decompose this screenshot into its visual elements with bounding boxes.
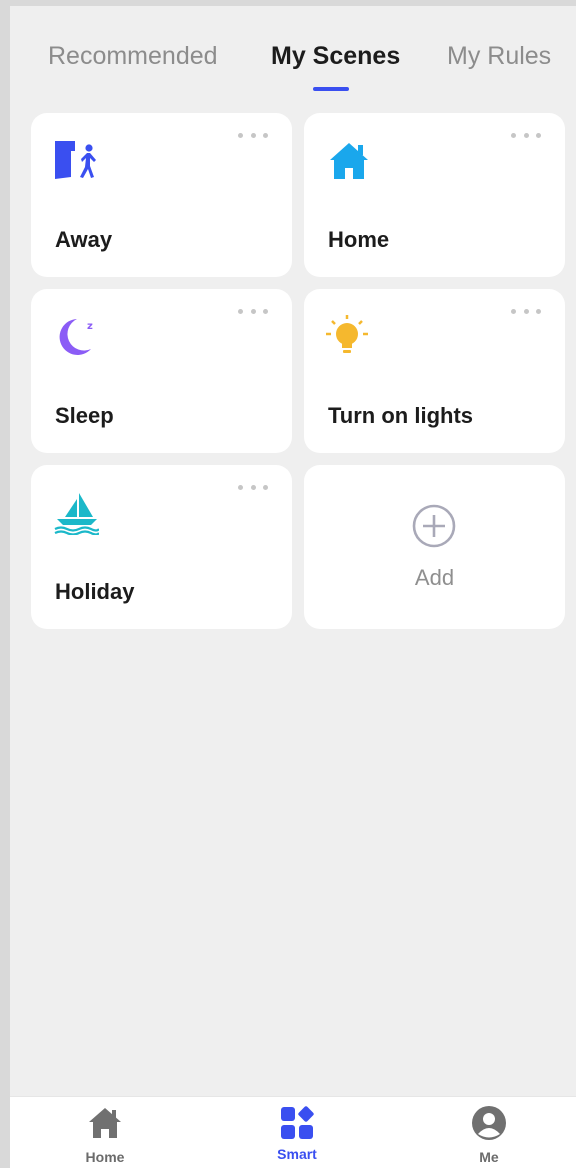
tab-my-rules[interactable]: My Rules [447,42,551,71]
scene-name: Away [55,227,113,252]
house-icon [89,1108,121,1138]
scene-name: Sleep [55,403,114,428]
moon-sleep-icon: z z [59,319,93,355]
plus-circle-icon [412,504,456,548]
add-scene-card[interactable]: Add [304,465,565,629]
scene-card-sleep[interactable]: z z Sleep [31,289,292,453]
scene-name: Turn on lights [328,403,474,428]
scene-name: Home [328,227,390,252]
scene-card-away[interactable]: Away [31,113,292,277]
nav-item-me[interactable]: Me [429,1097,549,1168]
more-options-icon[interactable] [511,305,541,317]
tab-my-scenes[interactable]: My Scenes [271,42,400,71]
house-icon [330,143,368,179]
scene-name: Holiday [55,579,135,604]
scene-card-turn-on-lights[interactable]: Turn on lights [304,289,565,453]
lightbulb-icon [326,315,368,353]
bottom-navigation: Home Smart Me [10,1096,576,1168]
nav-label: Smart [277,1146,317,1162]
active-tab-indicator [313,87,349,91]
nav-label: Home [85,1149,125,1165]
nav-item-home[interactable]: Home [45,1097,165,1168]
user-avatar-icon [472,1106,506,1140]
scene-card-holiday[interactable]: Holiday [31,465,292,629]
tab-recommended[interactable]: Recommended [48,42,218,71]
nav-label: Me [479,1149,499,1165]
more-options-icon[interactable] [511,129,541,141]
more-options-icon[interactable] [238,305,268,317]
svg-text:z: z [77,328,84,342]
add-label: Add [414,565,455,590]
more-options-icon[interactable] [238,129,268,141]
more-options-icon[interactable] [238,481,268,493]
smart-screen: Recommended My Scenes My Rules Away Home… [10,6,576,1168]
scene-card-home[interactable]: Home [304,113,565,277]
exit-person-icon [55,141,96,179]
scene-tabs: Recommended My Scenes My Rules [10,6,576,106]
svg-text:z: z [87,321,93,332]
nav-item-smart[interactable]: Smart [237,1097,357,1168]
smart-grid-icon [281,1106,314,1139]
sailboat-icon [54,493,99,535]
